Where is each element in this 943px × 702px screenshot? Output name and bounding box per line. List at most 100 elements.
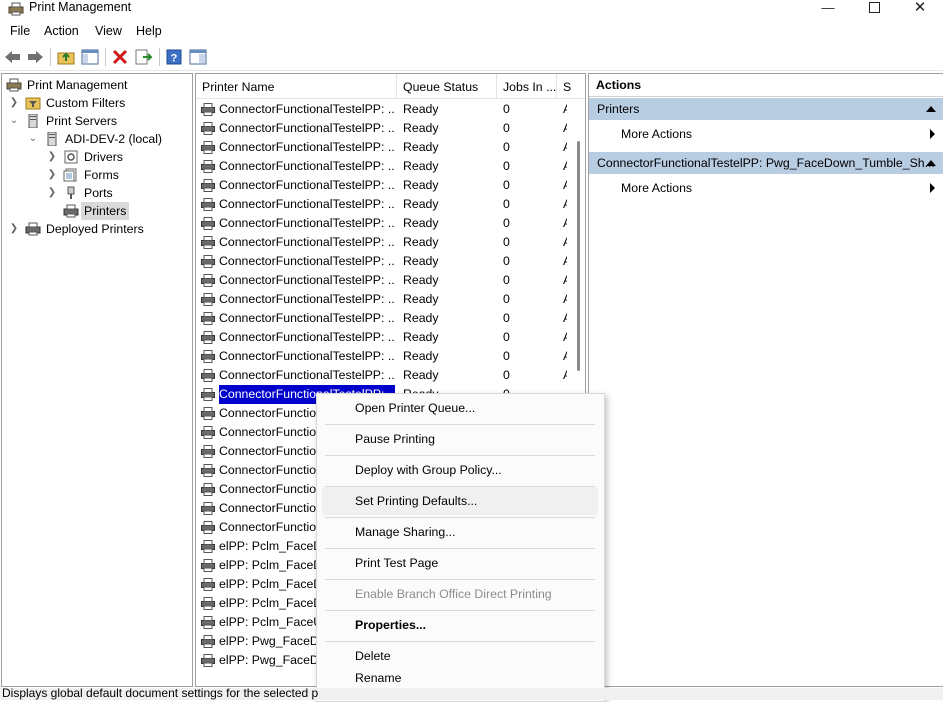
menu-action[interactable]: Action	[44, 24, 79, 38]
printer-icon	[201, 426, 215, 439]
queue-status-cell: Ready	[403, 140, 439, 154]
printer-name-cell: ConnectorFunctionalTestelPP: ...	[219, 140, 395, 154]
minimize-button[interactable]: —	[805, 0, 851, 15]
more-actions-printer[interactable]: More Actions	[621, 178, 692, 198]
queue-status-cell: Ready	[403, 368, 439, 382]
chevron-right-icon[interactable]: ❯	[8, 94, 20, 112]
printer-icon	[201, 331, 215, 344]
list-header: Printer Name Queue Status Jobs In ... S	[196, 74, 585, 99]
collapse-arrow-icon[interactable]	[926, 106, 936, 112]
server-cell: A	[563, 290, 567, 309]
delete-button[interactable]	[110, 47, 130, 67]
collapse-arrow-icon[interactable]	[926, 160, 936, 166]
menu-item-pause-printing[interactable]: Pause Printing	[317, 425, 604, 453]
menu-item-manage-sharing[interactable]: Manage Sharing...	[317, 518, 604, 546]
printer-name-cell: ConnectorFunctionalTestelPP: ...	[219, 292, 395, 306]
close-button[interactable]: ✕	[897, 0, 943, 16]
section-title: Printers	[597, 102, 640, 116]
printer-icon	[201, 312, 215, 325]
printer-icon	[201, 198, 215, 211]
up-one-level-button[interactable]	[56, 47, 76, 67]
printer-icon	[201, 236, 215, 249]
server-cell: A	[563, 157, 567, 176]
server-cell: A	[563, 119, 567, 138]
table-row[interactable]: ConnectorFunctionalTestelPP: ... Ready 0 A	[196, 100, 567, 119]
column-header-server[interactable]: S	[557, 74, 585, 98]
printer-icon	[201, 350, 215, 363]
table-row[interactable]: ConnectorFunctionalTestelPP: ... Ready 0 A	[196, 347, 567, 366]
jobs-cell: 0	[503, 159, 510, 173]
server-cell: A	[563, 347, 567, 366]
chevron-right-icon[interactable]: ❯	[46, 184, 58, 202]
help-button[interactable]: ?	[164, 47, 184, 67]
queue-status-cell: Ready	[403, 121, 439, 135]
queue-status-cell: Ready	[403, 216, 439, 230]
chevron-right-icon[interactable]: ❯	[46, 166, 58, 184]
printer-name-cell: ConnectorFunctionalTestelPP: ...	[219, 273, 395, 287]
jobs-cell: 0	[503, 368, 510, 382]
table-row[interactable]: ConnectorFunctionalTestelPP: ... Ready 0 A	[196, 176, 567, 195]
printer-icon	[201, 179, 215, 192]
back-button[interactable]	[3, 47, 23, 67]
section-title: ConnectorFunctionalTestelPP: Pwg_FaceDow…	[597, 156, 935, 170]
toolbar-separator	[105, 48, 106, 66]
printer-name-cell: ConnectorFunctionalTestelPP: ...	[219, 368, 395, 382]
server-cell: A	[563, 195, 567, 214]
server-cell: A	[563, 214, 567, 233]
chevron-down-icon[interactable]: ⌄	[27, 130, 39, 148]
jobs-cell: 0	[503, 254, 510, 268]
chevron-right-icon[interactable]: ❯	[46, 148, 58, 166]
table-row[interactable]: ConnectorFunctionalTestelPP: ... Ready 0 A	[196, 252, 567, 271]
menu-item-set-printing-defaults[interactable]: Set Printing Defaults...	[322, 487, 598, 515]
actions-section-printers[interactable]: Printers	[589, 98, 943, 120]
printer-icon	[201, 255, 215, 268]
toolbar: ?	[0, 44, 943, 71]
menu-help[interactable]: Help	[136, 24, 162, 38]
maximize-button[interactable]	[851, 0, 897, 14]
export-list-button[interactable]	[134, 47, 154, 67]
menu-item-open-printer-queue[interactable]: Open Printer Queue...	[317, 394, 604, 422]
table-row[interactable]: ConnectorFunctionalTestelPP: ... Ready 0 A	[196, 309, 567, 328]
chevron-down-icon[interactable]: ⌄	[8, 112, 20, 130]
jobs-cell: 0	[503, 178, 510, 192]
tree-label: Ports	[84, 186, 113, 200]
column-header-printer-name[interactable]: Printer Name	[196, 74, 397, 98]
actions-header: Actions	[589, 74, 943, 97]
status-bar: Displays global default document setting…	[0, 688, 943, 700]
toolbar-separator	[159, 48, 160, 66]
actions-section-selected-printer[interactable]: ConnectorFunctionalTestelPP: Pwg_FaceDow…	[589, 152, 943, 174]
table-row[interactable]: ConnectorFunctionalTestelPP: ... Ready 0 A	[196, 328, 567, 347]
printer-icon	[201, 483, 215, 496]
column-header-queue-status[interactable]: Queue Status	[397, 74, 497, 98]
printer-name-cell: ConnectorFunctionalTestelPP: ...	[219, 311, 395, 325]
table-row[interactable]: ConnectorFunctionalTestelPP: ... Ready 0 A	[196, 195, 567, 214]
table-row[interactable]: ConnectorFunctionalTestelPP: ... Ready 0 A	[196, 157, 567, 176]
column-header-jobs[interactable]: Jobs In ...	[497, 74, 557, 98]
more-actions-printers[interactable]: More Actions	[621, 124, 692, 144]
menu-item-deploy-group-policy[interactable]: Deploy with Group Policy...	[317, 456, 604, 484]
table-row[interactable]: ConnectorFunctionalTestelPP: ... Ready 0 A	[196, 290, 567, 309]
forward-arrow-icon	[28, 51, 43, 63]
queue-status-cell: Ready	[403, 273, 439, 287]
properties-button[interactable]	[188, 47, 208, 67]
table-row[interactable]: ConnectorFunctionalTestelPP: ... Ready 0 A	[196, 119, 567, 138]
forward-button[interactable]	[25, 47, 45, 67]
menu-item-properties[interactable]: Properties...	[317, 611, 604, 639]
server-cell: A	[563, 138, 567, 157]
table-row[interactable]: ConnectorFunctionalTestelPP: ... Ready 0 A	[196, 271, 567, 290]
table-row[interactable]: ConnectorFunctionalTestelPP: ... Ready 0 A	[196, 214, 567, 233]
printer-icon	[201, 160, 215, 173]
scrollbar-thumb[interactable]	[577, 141, 580, 371]
table-row[interactable]: ConnectorFunctionalTestelPP: ... Ready 0 A	[196, 233, 567, 252]
printer-name-cell: ConnectorFunctionalTestelPP: ...	[219, 216, 395, 230]
jobs-cell: 0	[503, 216, 510, 230]
menu-file[interactable]: File	[10, 24, 30, 38]
show-hide-tree-button[interactable]	[80, 47, 100, 67]
printer-icon	[201, 274, 215, 287]
menu-item-print-test-page[interactable]: Print Test Page	[317, 549, 604, 577]
jobs-cell: 0	[503, 140, 510, 154]
table-row[interactable]: ConnectorFunctionalTestelPP: ... Ready 0 A	[196, 138, 567, 157]
table-row[interactable]: ConnectorFunctionalTestelPP: ... Ready 0 A	[196, 366, 567, 385]
menu-view[interactable]: View	[95, 24, 122, 38]
chevron-right-icon[interactable]: ❯	[8, 220, 20, 238]
